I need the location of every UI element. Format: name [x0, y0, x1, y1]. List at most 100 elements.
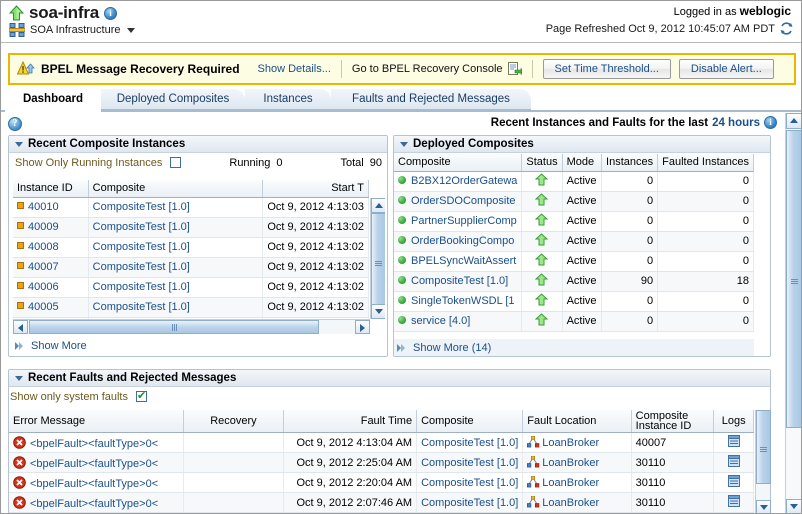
composite-link[interactable]: SingleTokenWSDL [1	[411, 295, 515, 307]
log-icon[interactable]	[727, 455, 740, 467]
refresh-icon[interactable]	[780, 22, 793, 35]
table-row[interactable]: <bpelFault><faultType>0< Oct 9, 2012 2:2…	[9, 452, 754, 473]
composite-link[interactable]: CompositeTest [1.0]	[421, 437, 518, 449]
log-icon[interactable]	[727, 495, 740, 507]
col-status[interactable]: Status	[521, 154, 563, 172]
table-row[interactable]: <bpelFault><faultType>0< Oct 9, 2012 4:1…	[9, 432, 754, 453]
col-composite[interactable]: Composite	[394, 154, 523, 172]
composite-link[interactable]: service [4.0]	[411, 315, 470, 327]
log-icon[interactable]	[727, 475, 740, 487]
instance-id-link[interactable]: 40005	[28, 301, 59, 313]
external-console-icon[interactable]	[507, 62, 522, 76]
tab-faults-and-rejected-messages[interactable]: Faults and Rejected Messages	[331, 89, 531, 110]
table-row[interactable]: 40007 CompositeTest [1.0] Oct 9, 2012 4:…	[13, 257, 369, 278]
table-row[interactable]: 40005 CompositeTest [1.0] Oct 9, 2012 4:…	[13, 297, 369, 318]
composite-link[interactable]: CompositeTest [1.0]	[421, 477, 518, 489]
scrollbar-thumb[interactable]	[756, 410, 771, 484]
scrollbar-thumb-horizontal[interactable]	[29, 320, 319, 334]
collapse-toggle-icon[interactable]	[400, 141, 408, 147]
composite-link[interactable]: CompositeTest [1.0]	[93, 201, 190, 213]
col-error-message[interactable]: Error Message	[9, 410, 185, 433]
error-message-link[interactable]: <bpelFault><faultType>0<	[30, 438, 158, 450]
page-scroll-down-button[interactable]	[786, 499, 801, 513]
goto-bpel-recovery-console-group[interactable]: Go to BPEL Recovery Console	[352, 62, 522, 76]
scrollbar-thumb[interactable]	[371, 213, 385, 308]
composite-link[interactable]: CompositeTest [1.0]	[93, 301, 190, 313]
fault-location-link[interactable]: LoanBroker	[542, 457, 599, 469]
info-icon[interactable]: i	[104, 6, 117, 20]
help-icon[interactable]: ?	[8, 117, 22, 131]
col-composite[interactable]: Composite	[416, 410, 524, 433]
col-instances[interactable]: Instances	[601, 154, 659, 172]
recent-instances-horizontal-scrollbar[interactable]	[13, 319, 370, 334]
instance-id-link[interactable]: 40006	[28, 281, 59, 293]
scroll-up-button[interactable]	[371, 198, 385, 213]
table-row[interactable]: OrderSDOComposite Active 0 0	[394, 191, 754, 212]
col-start-time[interactable]: Start T	[262, 180, 369, 198]
col-recovery[interactable]: Recovery	[183, 410, 284, 433]
table-row[interactable]: 40009 CompositeTest [1.0] Oct 9, 2012 4:…	[13, 217, 369, 238]
tab-deployed-composites[interactable]: Deployed Composites	[101, 89, 245, 110]
page-vertical-scrollbar[interactable]	[785, 113, 801, 513]
tab-dashboard[interactable]: Dashboard	[5, 89, 101, 110]
instance-id-link[interactable]: 40007	[28, 261, 59, 273]
col-fault-time[interactable]: Fault Time	[283, 410, 418, 433]
table-row[interactable]: service [4.0] Active 0 0	[394, 311, 754, 332]
instance-id-link[interactable]: 40008	[28, 241, 59, 253]
scroll-right-button[interactable]	[355, 320, 370, 334]
error-message-link[interactable]: <bpelFault><faultType>0<	[30, 478, 158, 490]
composite-link[interactable]: B2BX12OrderGatewa	[411, 175, 517, 187]
table-row[interactable]: B2BX12OrderGatewa Active 0 0	[394, 171, 754, 192]
fault-location-link[interactable]: LoanBroker	[542, 437, 599, 449]
instance-id-link[interactable]: 40010	[28, 201, 59, 213]
composite-link[interactable]: CompositeTest [1.0]	[93, 221, 190, 233]
composite-link[interactable]: CompositeTest [1.0]	[93, 281, 190, 293]
scroll-down-button[interactable]	[371, 304, 385, 319]
composite-link[interactable]: CompositeTest [1.0]	[421, 497, 518, 509]
scroll-left-button[interactable]	[13, 320, 28, 334]
composite-link[interactable]: PartnerSupplierComp	[411, 215, 517, 227]
composite-link[interactable]: OrderBookingCompo	[411, 235, 514, 247]
page-scrollbar-thumb[interactable]	[786, 130, 801, 428]
composite-link[interactable]: BPELSyncWaitAssert	[411, 255, 516, 267]
show-only-running-checkbox[interactable]	[170, 157, 182, 168]
log-icon[interactable]	[727, 435, 740, 447]
table-row[interactable]: BPELSyncWaitAssert Active 0 0	[394, 251, 754, 272]
recent-instances-vertical-scrollbar[interactable]	[370, 198, 385, 319]
table-row[interactable]: 40006 CompositeTest [1.0] Oct 9, 2012 4:…	[13, 277, 369, 298]
composite-link[interactable]: CompositeTest [1.0]	[93, 241, 190, 253]
table-row[interactable]: CompositeTest [1.0] Active 90 18	[394, 271, 754, 292]
collapse-toggle-icon[interactable]	[15, 141, 23, 147]
error-message-link[interactable]: <bpelFault><faultType>0<	[30, 498, 158, 510]
composite-link[interactable]: CompositeTest [1.0]	[93, 261, 190, 273]
composite-link[interactable]: CompositeTest [1.0]	[411, 275, 508, 287]
col-composite[interactable]: Composite	[88, 180, 264, 198]
fault-location-link[interactable]: LoanBroker	[542, 477, 599, 489]
fault-location-link[interactable]: LoanBroker	[542, 497, 599, 509]
composite-link[interactable]: CompositeTest [1.0]	[421, 457, 518, 469]
breadcrumb[interactable]: SOA Infrastructure	[8, 23, 136, 37]
col-instance-id[interactable]: Instance ID	[13, 180, 89, 198]
goto-bpel-recovery-console-link[interactable]: Go to BPEL Recovery Console	[352, 63, 503, 75]
table-row[interactable]: <bpelFault><faultType>0< Oct 9, 2012 2:0…	[9, 492, 754, 513]
instance-id-link[interactable]: 40009	[28, 221, 59, 233]
table-row[interactable]: <bpelFault><faultType>0< Oct 9, 2012 2:2…	[9, 472, 754, 493]
chevron-down-icon[interactable]	[127, 27, 136, 33]
col-mode[interactable]: Mode	[562, 154, 602, 172]
disable-alert-button[interactable]: Disable Alert...	[678, 59, 774, 79]
table-row[interactable]: 40010 CompositeTest [1.0] Oct 9, 2012 4:…	[13, 197, 369, 218]
table-row[interactable]: 40008 CompositeTest [1.0] Oct 9, 2012 4:…	[13, 237, 369, 258]
table-row[interactable]: SingleTokenWSDL [1 Active 0 0	[394, 291, 754, 312]
col-composite-instance-id[interactable]: Composite Instance ID	[631, 410, 715, 433]
recent-instances-show-more[interactable]: Show More	[12, 338, 90, 354]
set-time-threshold-button[interactable]: Set Time Threshold...	[542, 59, 671, 79]
col-fault-location[interactable]: Fault Location	[522, 410, 632, 433]
deployed-composites-show-more[interactable]: Show More (14)	[394, 339, 754, 356]
page-scroll-up-button[interactable]	[786, 113, 801, 129]
composite-link[interactable]: OrderSDOComposite	[411, 195, 516, 207]
col-faulted-instances[interactable]: Faulted Instances	[657, 154, 754, 172]
tab-instances[interactable]: Instances	[245, 89, 331, 110]
show-only-system-faults-checkbox[interactable]	[136, 390, 147, 402]
table-row[interactable]: OrderBookingCompo Active 0 0	[394, 231, 754, 252]
col-logs[interactable]: Logs	[713, 410, 754, 433]
